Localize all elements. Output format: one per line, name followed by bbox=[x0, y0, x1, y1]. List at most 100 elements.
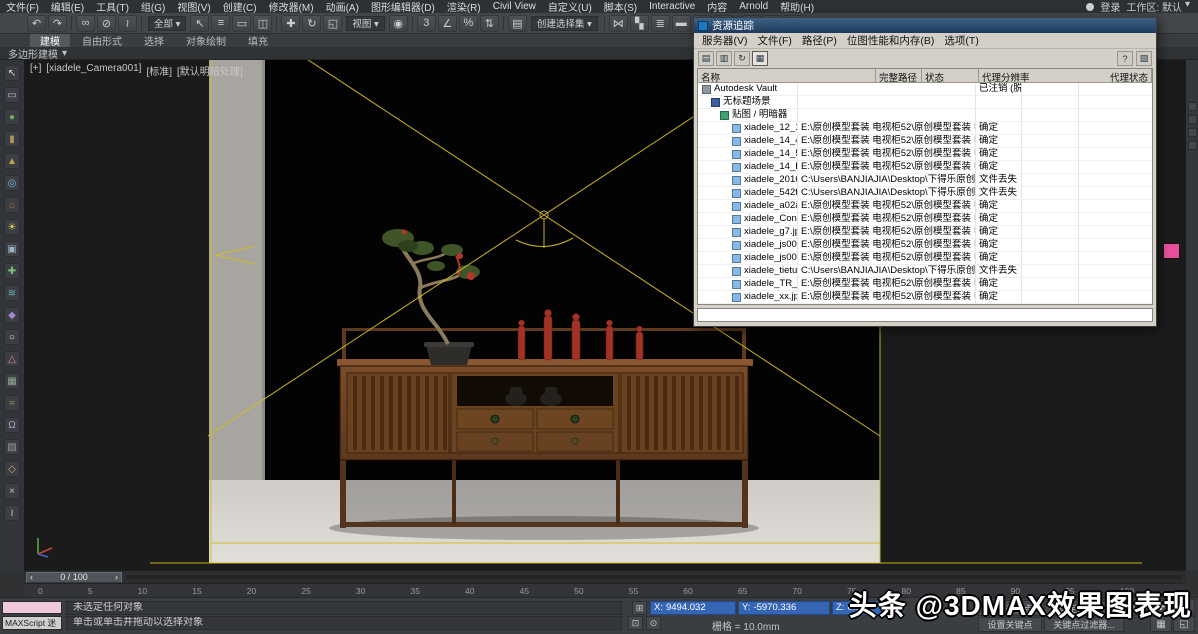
time-slider-handle[interactable]: ‹ 0 / 100 › bbox=[26, 572, 122, 583]
table-row[interactable]: xiadele_14_5... E:\原创模型套装 电视柜52\原创模型套装 电… bbox=[698, 148, 1152, 161]
cone-icon[interactable]: ▲ bbox=[4, 153, 20, 169]
unlink-icon[interactable]: ⊘ bbox=[97, 15, 116, 32]
torus-icon[interactable]: ◎ bbox=[4, 175, 20, 191]
table-row[interactable]: xiadele_14_F... E:\原创模型套装 电视柜52\原创模型套装 电… bbox=[698, 161, 1152, 174]
dialog-menu-item[interactable]: 位图性能和内存(B) bbox=[842, 33, 940, 48]
sphere-icon[interactable]: ● bbox=[4, 109, 20, 125]
menu-item[interactable]: 创建(C) bbox=[217, 0, 263, 14]
table-view-icon[interactable]: ▦ bbox=[752, 51, 768, 66]
isolate-selection-icon[interactable]: ⊡ bbox=[628, 616, 643, 630]
refresh-icon[interactable]: ↻ bbox=[734, 51, 750, 66]
spinner-snap-icon[interactable]: ⇅ bbox=[480, 15, 499, 32]
viewport-camera-label[interactable]: [xiadele_Camera001] bbox=[46, 63, 141, 78]
helpers-icon[interactable]: ✚ bbox=[4, 263, 20, 279]
select-link-icon[interactable]: ∞ bbox=[76, 15, 95, 32]
maxscript-listener[interactable]: MAXScript 迷 bbox=[2, 616, 62, 630]
menu-item[interactable]: 渲染(R) bbox=[441, 0, 487, 14]
table-row[interactable]: xiadele_Conc... E:\原创模型套装 电视柜52\原创模型套装 电… bbox=[698, 213, 1152, 226]
separator[interactable] bbox=[71, 16, 72, 31]
menu-item[interactable]: 动画(A) bbox=[320, 0, 365, 14]
selection-lock-icon[interactable]: ⊙ bbox=[646, 616, 661, 630]
table-row[interactable]: xiadele_js00... E:\原创模型套装 电视柜52\原创模型套装 电… bbox=[698, 239, 1152, 252]
light-icon[interactable]: ☀ bbox=[4, 219, 20, 235]
menu-item[interactable]: 编辑(E) bbox=[45, 0, 90, 14]
circle-shape-icon[interactable]: ○ bbox=[4, 329, 20, 345]
dialog-menu-item[interactable]: 服务器(V) bbox=[697, 33, 753, 48]
column-header[interactable]: 代理分辨率 bbox=[979, 69, 1107, 82]
spline-icon[interactable]: ≀ bbox=[4, 505, 20, 521]
menu-item[interactable]: Interactive bbox=[643, 1, 701, 12]
menu-item[interactable]: 工具(T) bbox=[90, 0, 135, 14]
menu-item[interactable]: 修改器(M) bbox=[263, 0, 320, 14]
table-row[interactable]: xiadele_TR_1... E:\原创模型套装 电视柜52\原创模型套装 电… bbox=[698, 278, 1152, 291]
mirror-icon[interactable]: ⋈ bbox=[609, 15, 628, 32]
select-by-name-icon[interactable]: ≡ bbox=[211, 15, 230, 32]
dialog-menu-item[interactable]: 文件(F) bbox=[753, 33, 797, 48]
hatch-icon[interactable]: ▧ bbox=[4, 439, 20, 455]
menu-item[interactable]: Arnold bbox=[733, 1, 774, 12]
menu-item[interactable]: 内容 bbox=[701, 0, 733, 14]
table-row[interactable]: xiadele_js00... E:\原创模型套装 电视柜52\原创模型套装 电… bbox=[698, 252, 1152, 265]
use-pivot-center-icon[interactable]: ◉ bbox=[389, 15, 408, 32]
menu-item[interactable]: Civil View bbox=[487, 1, 542, 12]
separator[interactable] bbox=[503, 16, 504, 31]
frame-forward-arrow[interactable]: › bbox=[115, 572, 118, 582]
teapot-icon[interactable]: ⌂ bbox=[4, 197, 20, 213]
redo-icon[interactable]: ↷ bbox=[48, 15, 67, 32]
menu-item[interactable]: 组(G) bbox=[135, 0, 171, 14]
ribbon-tab[interactable]: 自由形式 bbox=[72, 34, 132, 47]
edit-named-sets-icon[interactable]: ▤ bbox=[508, 15, 527, 32]
table-row[interactable]: 无标题场景 bbox=[698, 96, 1152, 109]
column-header[interactable]: 完整路径 bbox=[876, 69, 922, 82]
snap-toggle-icon[interactable]: 3 bbox=[417, 15, 436, 32]
camera-icon[interactable]: ▣ bbox=[4, 241, 20, 257]
rectangular-region-icon[interactable]: ▭ bbox=[232, 15, 251, 32]
y-coordinate-field[interactable]: Y: -5970.336 bbox=[738, 601, 830, 615]
absolute-mode-icon[interactable]: ⊞ bbox=[632, 601, 647, 615]
separator[interactable] bbox=[276, 16, 277, 31]
selection-filter-dropdown[interactable]: 全部 ▾ bbox=[148, 16, 186, 31]
menu-item[interactable]: 帮助(H) bbox=[774, 0, 820, 14]
menu-item[interactable]: 视图(V) bbox=[171, 0, 216, 14]
column-header[interactable]: 名称 bbox=[698, 69, 876, 82]
spacewarp-icon[interactable]: ≋ bbox=[4, 285, 20, 301]
viewport-plus-menu[interactable]: [+] bbox=[30, 63, 41, 78]
table-row[interactable]: xiadele_14_4... E:\原创模型套装 电视柜52\原创模型套装 电… bbox=[698, 135, 1152, 148]
scale-icon[interactable]: ◱ bbox=[323, 15, 342, 32]
ribbon-toggle-icon[interactable]: ▬ bbox=[672, 15, 691, 32]
dialog-menu-item[interactable]: 选项(T) bbox=[939, 33, 983, 48]
bone-icon[interactable]: Ω bbox=[4, 417, 20, 433]
align-icon[interactable]: ▚ bbox=[630, 15, 649, 32]
menu-item[interactable]: 图形编辑器(D) bbox=[365, 0, 441, 14]
table-row[interactable]: xiadele_xx.jpg E:\原创模型套装 电视柜52\原创模型套装 电.… bbox=[698, 291, 1152, 304]
workspace-dropdown[interactable]: 工作区: 默认 ▾ bbox=[1126, 0, 1190, 14]
x-coordinate-field[interactable]: X: 9494.032 bbox=[650, 601, 736, 615]
viewport-standard-label[interactable]: [标准] bbox=[146, 63, 172, 78]
menu-item[interactable]: 脚本(S) bbox=[598, 0, 643, 14]
delete-icon[interactable]: × bbox=[4, 483, 20, 499]
dialog-titlebar[interactable]: 资源追踪 bbox=[694, 18, 1156, 33]
table-row[interactable]: xiadele_g7.jpg E:\原创模型套装 电视柜52\原创模型套装 电.… bbox=[698, 226, 1152, 239]
rotate-icon[interactable]: ↻ bbox=[302, 15, 321, 32]
login-button[interactable]: 登录 bbox=[1100, 0, 1120, 14]
plane-icon[interactable]: ▭ bbox=[4, 87, 20, 103]
grid-helper-icon[interactable]: ▦ bbox=[4, 373, 20, 389]
table-row[interactable]: xiadele_12_1... E:\原创模型套装 电视柜52\原创模型套装 电… bbox=[698, 122, 1152, 135]
triangle-shape-icon[interactable]: △ bbox=[4, 351, 20, 367]
viewport-shading-label[interactable]: [默认明暗处理] bbox=[177, 63, 243, 78]
layer-manager-icon[interactable]: ≣ bbox=[651, 15, 670, 32]
panel-tab-icon[interactable] bbox=[1188, 128, 1197, 137]
dialog-menu-item[interactable]: 路径(P) bbox=[797, 33, 842, 48]
separator[interactable] bbox=[604, 16, 605, 31]
help-icon[interactable]: ? bbox=[1117, 51, 1133, 66]
named-sets-dropdown[interactable]: 创建选择集 ▾ bbox=[531, 16, 598, 31]
hierarchy-view-icon[interactable]: ▤ bbox=[698, 51, 714, 66]
reference-coordinate-dropdown[interactable]: 视图 ▾ bbox=[346, 16, 384, 31]
angle-snap-icon[interactable]: ∠ bbox=[438, 15, 457, 32]
separator[interactable] bbox=[141, 16, 142, 31]
maxscript-macro-line[interactable] bbox=[2, 601, 62, 614]
table-row[interactable]: 贴图 / 明暗器 bbox=[698, 109, 1152, 122]
color-swatch[interactable] bbox=[1163, 243, 1180, 259]
menu-item[interactable]: 自定义(U) bbox=[542, 0, 598, 14]
panel-tab-icon[interactable] bbox=[1188, 141, 1197, 150]
